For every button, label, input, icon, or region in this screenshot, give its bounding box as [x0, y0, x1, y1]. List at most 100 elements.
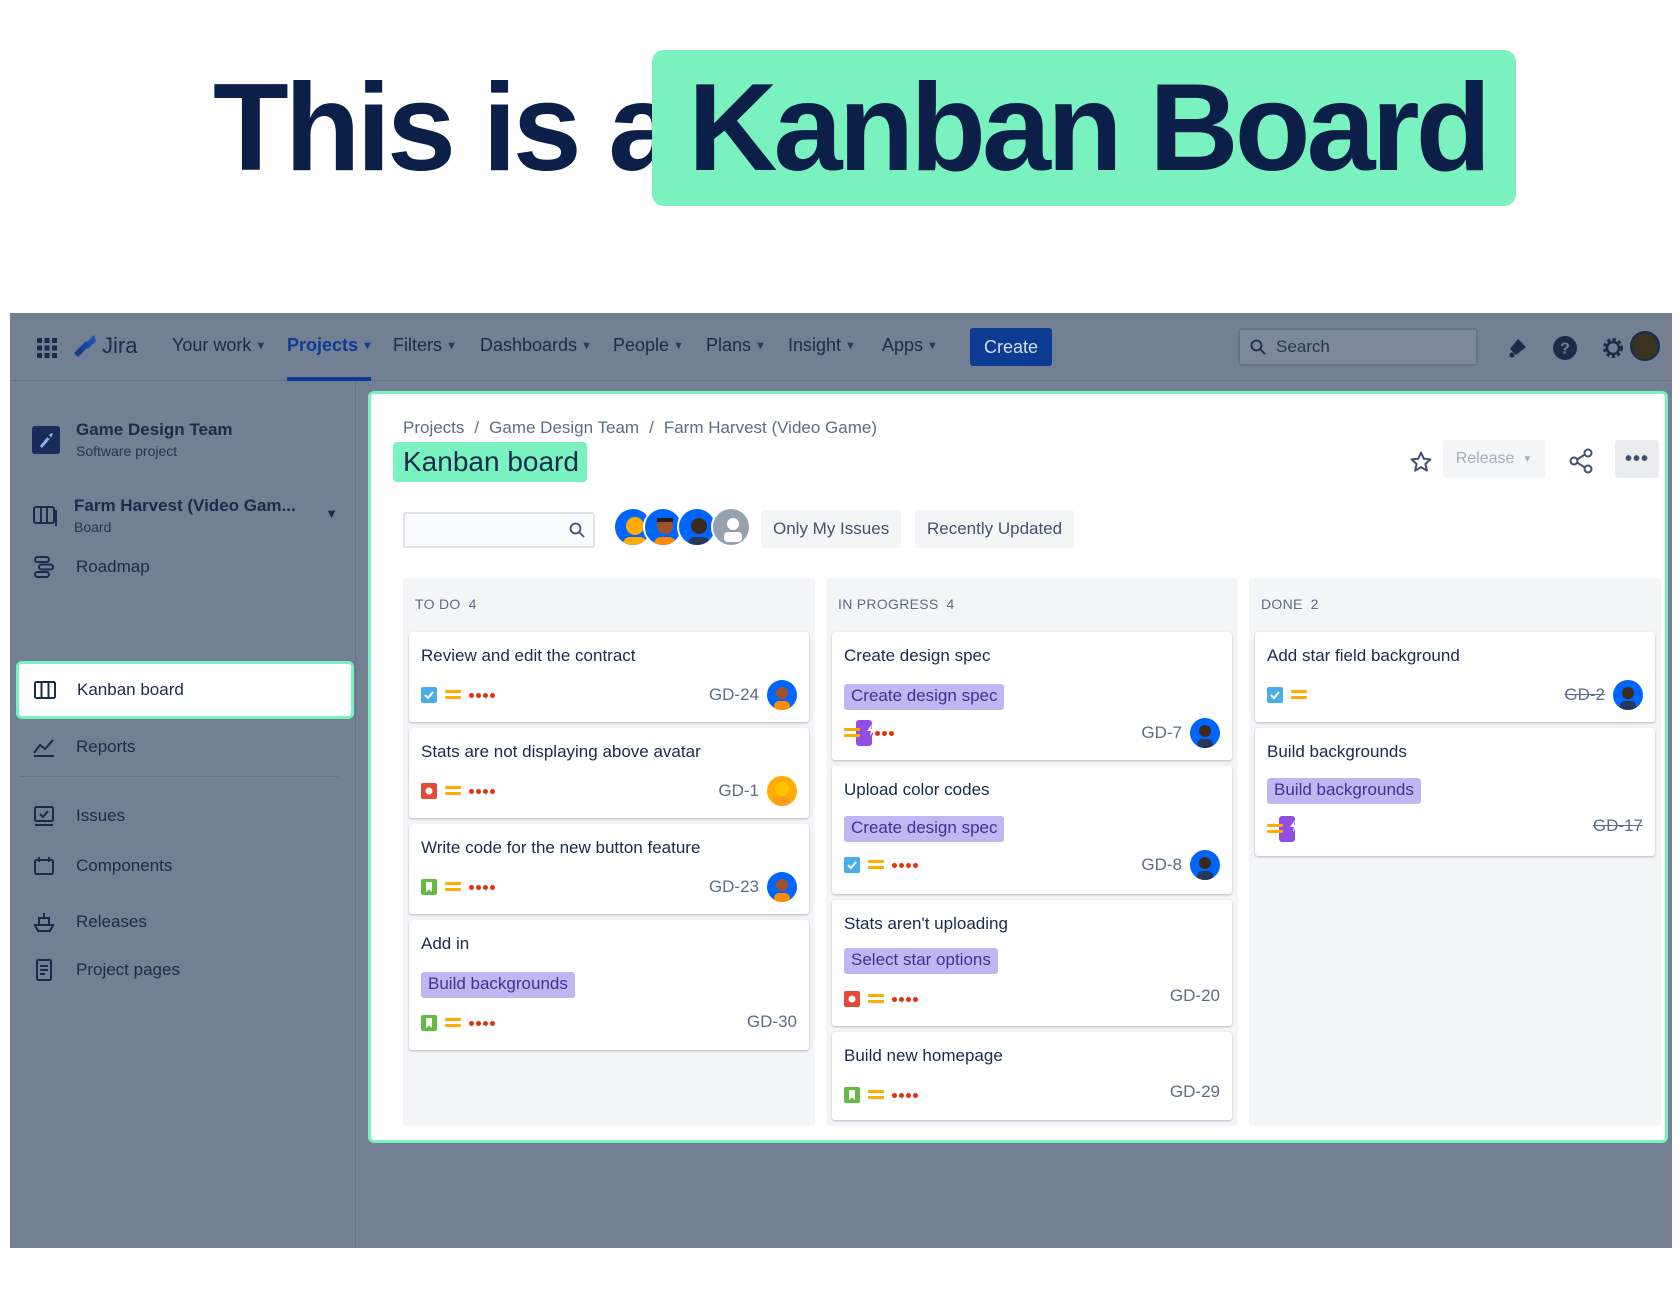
- priority-medium-icon: [844, 727, 860, 739]
- nav-plans[interactable]: Plans ▼: [706, 335, 766, 356]
- search-box[interactable]: [1238, 328, 1478, 366]
- chevron-down-icon: ▼: [325, 506, 338, 521]
- issue-card[interactable]: Add in Build backgrounds GD-30: [409, 920, 809, 1050]
- column-count: 4: [468, 596, 477, 612]
- only-my-issues-filter[interactable]: Only My Issues: [761, 510, 902, 548]
- nav-filters[interactable]: Filters ▼: [393, 335, 457, 356]
- card-title: Write code for the new button feature: [421, 838, 701, 857]
- nav-apps[interactable]: Apps ▼: [882, 335, 938, 356]
- recently-updated-filter[interactable]: Recently Updated: [915, 510, 1075, 548]
- card-meta: [844, 720, 894, 746]
- sidebar-item-project-pages[interactable]: Project pages: [32, 958, 180, 982]
- card-title: Build backgrounds: [1267, 742, 1407, 761]
- chevron-down-icon: ▼: [927, 339, 938, 352]
- card-key: GD-1: [718, 776, 797, 806]
- story-points-dots: [469, 692, 495, 698]
- epic-label[interactable]: Build backgrounds: [1267, 778, 1421, 804]
- issue-card[interactable]: Add star field background GD-2: [1255, 632, 1655, 722]
- board-selector[interactable]: Farm Harvest (Video Gam... Board ▼: [32, 496, 338, 535]
- card-key: GD-29: [1170, 1082, 1220, 1102]
- help-icon[interactable]: ?: [1552, 335, 1578, 361]
- headline: This is a Kanban Board: [0, 48, 1680, 208]
- story-points-dots: [469, 1020, 495, 1026]
- issue-card[interactable]: Build new homepage GD-29: [832, 1032, 1232, 1120]
- assignee-avatar[interactable]: [767, 680, 797, 710]
- board-search-input[interactable]: [405, 514, 555, 546]
- page-title: Kanban board: [403, 446, 579, 477]
- sidebar-item-roadmap[interactable]: Roadmap: [32, 555, 150, 579]
- roadmap-icon: [34, 556, 54, 578]
- search-icon: [569, 522, 585, 538]
- card-key: GD-23: [709, 872, 797, 902]
- components-icon: [34, 857, 54, 875]
- card-key: GD-24: [709, 680, 797, 710]
- assignee-avatar[interactable]: [1190, 850, 1220, 880]
- sidebar-item-issues[interactable]: Issues: [32, 804, 125, 828]
- assignee-avatar[interactable]: [1190, 718, 1220, 748]
- board-search[interactable]: [403, 512, 595, 548]
- sidebar-item-components[interactable]: Components: [32, 854, 172, 878]
- nav-projects[interactable]: Projects ▼: [287, 335, 373, 356]
- project-name: Game Design Team: [76, 420, 233, 439]
- release-button[interactable]: Release ▼: [1443, 440, 1545, 478]
- nav-your-work[interactable]: Your work ▼: [172, 335, 266, 356]
- epic-label[interactable]: Create design spec: [844, 684, 1005, 710]
- issue-card[interactable]: Stats aren't uploading Select star optio…: [832, 900, 1232, 1026]
- notifications-icon[interactable]: [1504, 335, 1530, 361]
- app-switcher-icon[interactable]: [36, 337, 58, 359]
- sidebar-item-label: Components: [76, 856, 173, 875]
- epic-label[interactable]: Select star options: [844, 948, 998, 974]
- sidebar-item-reports[interactable]: Reports: [32, 735, 136, 759]
- star-icon[interactable]: [1409, 450, 1433, 474]
- create-button[interactable]: Create: [970, 328, 1052, 366]
- issue-key: GD-7: [1141, 723, 1182, 742]
- issue-card[interactable]: Review and edit the contract GD-24: [409, 632, 809, 722]
- priority-medium-icon: [868, 993, 884, 1005]
- assignee-avatar[interactable]: [1613, 680, 1643, 710]
- issue-card[interactable]: Write code for the new button feature GD…: [409, 824, 809, 914]
- sidebar-item-releases[interactable]: Releases: [32, 910, 147, 934]
- issue-card[interactable]: Create design spec Create design spec GD…: [832, 632, 1232, 760]
- card-title: Stats are not displaying above avatar: [421, 742, 701, 761]
- column-header: DONE 2: [1261, 596, 1319, 612]
- column-done: DONE 2 Add star field background GD-2 Bui…: [1249, 578, 1661, 1126]
- chevron-down-icon: ▼: [446, 339, 457, 352]
- nav-insight[interactable]: Insight ▼: [788, 335, 856, 356]
- headline-highlight: Kanban Board: [688, 59, 1491, 197]
- assignee-avatar[interactable]: [767, 872, 797, 902]
- card-meta: [421, 1012, 495, 1034]
- nav-dashboards[interactable]: Dashboards ▼: [480, 335, 592, 356]
- jira-logo[interactable]: Jira: [72, 333, 137, 359]
- sidebar-item-label: Roadmap: [76, 557, 150, 576]
- issue-card[interactable]: Stats are not displaying above avatar GD…: [409, 728, 809, 818]
- nav-people[interactable]: People ▼: [613, 335, 684, 356]
- chevron-down-icon: ▼: [1522, 453, 1533, 465]
- breadcrumb-projects[interactable]: Projects: [403, 418, 464, 438]
- sidebar-divider: [20, 776, 338, 777]
- project-header[interactable]: Game Design Team Software project: [32, 420, 233, 459]
- share-icon[interactable]: [1568, 448, 1594, 474]
- jira-logo-icon: [74, 335, 96, 357]
- more-actions-button[interactable]: •••: [1615, 440, 1659, 478]
- story-points-dots: [469, 884, 495, 890]
- breadcrumb-project[interactable]: Game Design Team: [489, 418, 639, 438]
- sidebar-item-label: Reports: [76, 737, 136, 756]
- issue-card[interactable]: Build backgrounds Build backgrounds GD-1…: [1255, 728, 1655, 856]
- user-avatar[interactable]: [1630, 331, 1660, 361]
- epic-label[interactable]: Build backgrounds: [421, 972, 575, 998]
- search-input[interactable]: [1276, 337, 1456, 357]
- story-points-dots: [469, 788, 495, 794]
- sidebar: Game Design Team Software project Farm H…: [10, 382, 356, 1248]
- unassigned-avatar[interactable]: [711, 507, 751, 547]
- settings-gear-icon[interactable]: [1600, 335, 1626, 361]
- card-meta: [421, 684, 495, 706]
- issue-card[interactable]: Upload color codes Create design spec GD…: [832, 766, 1232, 894]
- issue-key: GD-2: [1564, 685, 1605, 704]
- sidebar-item-label: Project pages: [76, 960, 180, 979]
- assignee-avatar[interactable]: [767, 776, 797, 806]
- card-meta: [421, 780, 495, 802]
- board-icon: [33, 505, 57, 526]
- epic-label[interactable]: Create design spec: [844, 816, 1005, 842]
- sidebar-item-kanban-board[interactable]: Kanban board: [16, 661, 354, 719]
- breadcrumb-board[interactable]: Farm Harvest (Video Game): [664, 418, 877, 438]
